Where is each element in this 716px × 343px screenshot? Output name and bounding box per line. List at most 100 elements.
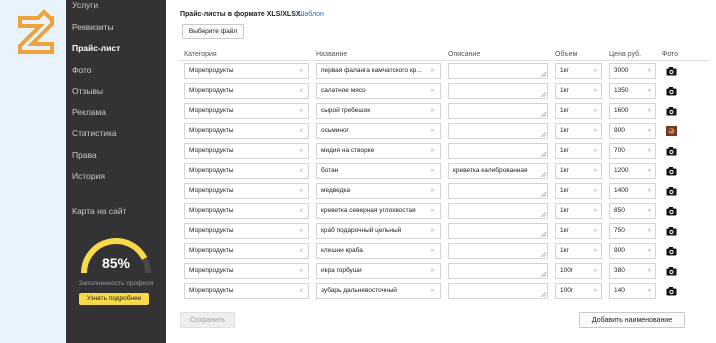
camera-icon[interactable]	[666, 226, 677, 236]
resize-handle-icon[interactable]	[541, 292, 546, 297]
camera-icon[interactable]	[666, 286, 677, 296]
sidebar-item[interactable]: Фото	[72, 65, 92, 75]
clear-icon[interactable]: ×	[593, 283, 598, 299]
name-field[interactable]: первая фаланга камчатского кр...	[316, 63, 441, 79]
clear-icon[interactable]: ×	[299, 143, 304, 159]
template-link[interactable]: Шаблон	[298, 11, 324, 18]
clear-icon[interactable]: ×	[299, 63, 304, 79]
description-field[interactable]: креветка калиброванная	[448, 163, 548, 179]
description-field[interactable]	[448, 103, 548, 119]
clear-icon[interactable]: ×	[430, 143, 435, 159]
description-field[interactable]	[448, 63, 548, 79]
camera-icon[interactable]	[666, 266, 677, 276]
camera-icon[interactable]	[666, 86, 677, 96]
description-field[interactable]	[448, 243, 548, 259]
clear-icon[interactable]: ×	[593, 203, 598, 219]
category-field[interactable]: Морепродукты	[184, 83, 309, 99]
description-field[interactable]	[448, 223, 548, 239]
name-field[interactable]: клешни краба	[316, 243, 441, 259]
resize-handle-icon[interactable]	[541, 112, 546, 117]
clear-icon[interactable]: ×	[593, 103, 598, 119]
clear-icon[interactable]: ×	[647, 223, 652, 239]
learn-more-button[interactable]: Узнать подробнее	[79, 293, 149, 305]
resize-handle-icon[interactable]	[541, 92, 546, 97]
camera-icon[interactable]	[666, 166, 677, 176]
clear-icon[interactable]: ×	[299, 163, 304, 179]
clear-icon[interactable]: ×	[299, 243, 304, 259]
clear-icon[interactable]: ×	[593, 263, 598, 279]
clear-icon[interactable]: ×	[647, 83, 652, 99]
name-field[interactable]: осьминог	[316, 123, 441, 139]
clear-icon[interactable]: ×	[299, 83, 304, 99]
clear-icon[interactable]: ×	[430, 263, 435, 279]
name-field[interactable]: мидия на створке	[316, 143, 441, 159]
clear-icon[interactable]: ×	[647, 283, 652, 299]
category-field[interactable]: Морепродукты	[184, 63, 309, 79]
clear-icon[interactable]: ×	[299, 263, 304, 279]
name-field[interactable]: салатное мясо	[316, 83, 441, 99]
camera-icon[interactable]	[666, 146, 677, 156]
description-field[interactable]	[448, 283, 548, 299]
category-field[interactable]: Морепродукты	[184, 103, 309, 119]
clear-icon[interactable]: ×	[299, 183, 304, 199]
category-field[interactable]: Морепродукты	[184, 223, 309, 239]
category-field[interactable]: Морепродукты	[184, 263, 309, 279]
camera-icon[interactable]	[666, 246, 677, 256]
clear-icon[interactable]: ×	[430, 203, 435, 219]
sidebar-item[interactable]: Карта на сайт	[72, 206, 127, 216]
name-field[interactable]: креветка северная углохвостая	[316, 203, 441, 219]
resize-handle-icon[interactable]	[541, 72, 546, 77]
sidebar-item[interactable]: Права	[72, 150, 97, 160]
category-field[interactable]: Морепродукты	[184, 203, 309, 219]
clear-icon[interactable]: ×	[430, 183, 435, 199]
name-field[interactable]: зубарь дальневосточный	[316, 283, 441, 299]
description-field[interactable]	[448, 263, 548, 279]
resize-handle-icon[interactable]	[541, 152, 546, 157]
name-field[interactable]: икра горбуши	[316, 263, 441, 279]
clear-icon[interactable]: ×	[299, 223, 304, 239]
clear-icon[interactable]: ×	[593, 63, 598, 79]
clear-icon[interactable]: ×	[430, 83, 435, 99]
resize-handle-icon[interactable]	[541, 172, 546, 177]
clear-icon[interactable]: ×	[299, 123, 304, 139]
category-field[interactable]: Морепродукты	[184, 283, 309, 299]
name-field[interactable]: медведка	[316, 183, 441, 199]
clear-icon[interactable]: ×	[593, 83, 598, 99]
description-field[interactable]	[448, 203, 548, 219]
clear-icon[interactable]: ×	[647, 123, 652, 139]
photo-thumbnail[interactable]	[666, 126, 677, 136]
resize-handle-icon[interactable]	[541, 232, 546, 237]
camera-icon[interactable]	[666, 66, 677, 76]
sidebar-item[interactable]: Прайс-лист	[72, 43, 120, 53]
camera-icon[interactable]	[666, 186, 677, 196]
clear-icon[interactable]: ×	[430, 283, 435, 299]
clear-icon[interactable]: ×	[593, 123, 598, 139]
sidebar-item[interactable]: Отзывы	[72, 86, 103, 96]
resize-handle-icon[interactable]	[541, 212, 546, 217]
sidebar-item[interactable]: История	[72, 171, 105, 181]
sidebar-item[interactable]: Статистика	[72, 128, 117, 138]
description-field[interactable]	[448, 123, 548, 139]
clear-icon[interactable]: ×	[647, 103, 652, 119]
clear-icon[interactable]: ×	[430, 103, 435, 119]
resize-handle-icon[interactable]	[541, 272, 546, 277]
clear-icon[interactable]: ×	[593, 163, 598, 179]
clear-icon[interactable]: ×	[430, 243, 435, 259]
description-field[interactable]	[448, 183, 548, 199]
clear-icon[interactable]: ×	[299, 103, 304, 119]
clear-icon[interactable]: ×	[299, 203, 304, 219]
camera-icon[interactable]	[666, 206, 677, 216]
clear-icon[interactable]: ×	[593, 183, 598, 199]
clear-icon[interactable]: ×	[593, 223, 598, 239]
category-field[interactable]: Морепродукты	[184, 243, 309, 259]
clear-icon[interactable]: ×	[593, 243, 598, 259]
clear-icon[interactable]: ×	[647, 203, 652, 219]
clear-icon[interactable]: ×	[647, 163, 652, 179]
sidebar-item[interactable]: Реклама	[72, 107, 106, 117]
clear-icon[interactable]: ×	[430, 63, 435, 79]
clear-icon[interactable]: ×	[593, 143, 598, 159]
clear-icon[interactable]: ×	[430, 223, 435, 239]
clear-icon[interactable]: ×	[647, 243, 652, 259]
clear-icon[interactable]: ×	[430, 163, 435, 179]
add-item-button[interactable]: Добавить наименование	[579, 312, 685, 328]
